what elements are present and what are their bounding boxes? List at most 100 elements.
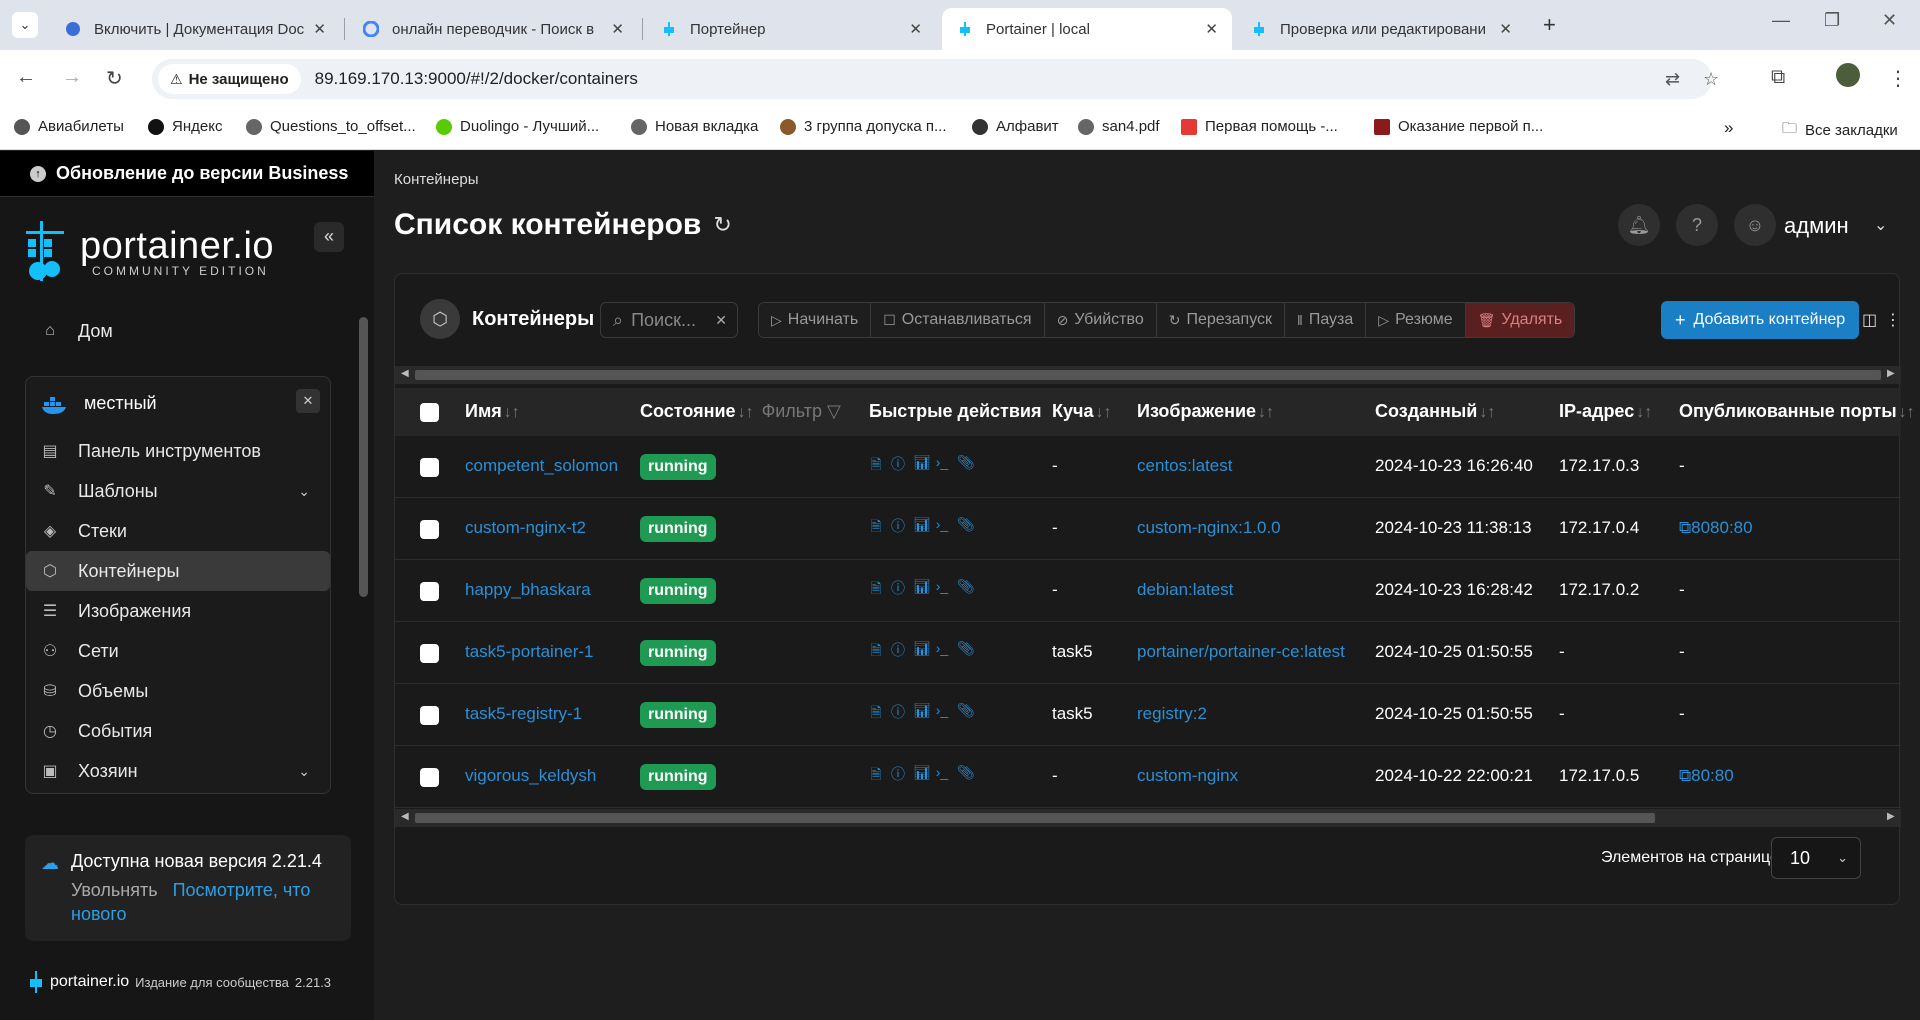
stats-icon[interactable]: 📊︎ — [913, 578, 931, 602]
collapse-sidebar-button[interactable]: « — [314, 222, 344, 252]
col-ports[interactable]: Опубликованные порты ↓↑ — [1679, 401, 1915, 422]
info-icon[interactable]: ⓘ — [891, 702, 905, 726]
columns-icon[interactable]: ◫ — [1862, 310, 1877, 330]
attach-icon[interactable]: 📎︎ — [957, 764, 975, 788]
row-checkbox[interactable] — [420, 706, 439, 725]
col-name[interactable]: Имя ↓↑ — [465, 401, 520, 422]
sidebar-item-host[interactable]: ▣ Хозяин ⌄ — [26, 751, 330, 791]
close-icon[interactable]: ✕ — [1205, 20, 1218, 38]
help-button[interactable]: ? — [1676, 204, 1718, 246]
menu-icon[interactable]: ⋮ — [1888, 66, 1908, 91]
close-environment-button[interactable]: ✕ — [296, 389, 320, 413]
container-name-link[interactable]: vigorous_keldysh — [465, 766, 596, 786]
more-bookmarks-icon[interactable]: » — [1724, 118, 1733, 138]
add-container-button[interactable]: + Добавить контейнер — [1661, 301, 1860, 339]
avatar[interactable]: ☺ — [1734, 204, 1776, 246]
console-icon[interactable]: ›_ — [935, 702, 949, 726]
upgrade-banner[interactable]: ↑ Обновление до версии Business — [0, 151, 374, 197]
search-input[interactable]: ⌕ Поиск... ✕ — [600, 302, 738, 338]
sidebar-item-images[interactable]: ☰ Изображения — [26, 591, 330, 631]
scroll-left-icon[interactable]: ◀ — [401, 811, 409, 822]
username[interactable]: админ — [1784, 213, 1849, 239]
info-icon[interactable]: ⓘ — [891, 454, 905, 478]
start-button[interactable]: ▷ Начинать — [759, 303, 872, 337]
browser-tab[interactable]: Портейнер ✕ — [646, 8, 936, 50]
browser-tab[interactable]: Проверка или редактировани ✕ — [1236, 8, 1526, 50]
more-options-icon[interactable]: ⋮ — [1885, 310, 1901, 330]
col-created[interactable]: Созданный ↓↑ — [1375, 401, 1495, 422]
image-link[interactable]: custom-nginx — [1137, 766, 1238, 786]
portainer-logo[interactable]: portainer.io COMMUNITY EDITION — [24, 221, 274, 281]
container-name-link[interactable]: custom-nginx-t2 — [465, 518, 586, 538]
image-link[interactable]: debian:latest — [1137, 580, 1233, 600]
close-icon[interactable]: ✕ — [313, 20, 326, 38]
attach-icon[interactable]: 📎︎ — [957, 640, 975, 664]
pause-button[interactable]: ‖ Пауза — [1285, 303, 1367, 337]
tab-search-button[interactable]: ⌄ — [12, 12, 38, 38]
bookmark[interactable]: Алфавит — [972, 118, 1059, 135]
reload-icon[interactable]: ↻ — [106, 66, 123, 91]
row-checkbox[interactable] — [420, 582, 439, 601]
col-stack[interactable]: Куча ↓↑ — [1052, 401, 1111, 422]
logs-icon[interactable]: 🗎 — [869, 578, 883, 602]
console-icon[interactable]: ›_ — [935, 640, 949, 664]
info-icon[interactable]: ⓘ — [891, 516, 905, 540]
resume-button[interactable]: ▷ Резюме — [1366, 303, 1466, 337]
image-link[interactable]: centos:latest — [1137, 456, 1232, 476]
breadcrumb[interactable]: Контейнеры — [394, 171, 479, 188]
logs-icon[interactable]: 🗎 — [869, 640, 883, 664]
refresh-icon[interactable]: ↻ — [713, 212, 731, 238]
sidebar-item-templates[interactable]: ✎ Шаблоны ⌄ — [26, 471, 330, 511]
scroll-right-icon[interactable]: ▶ — [1887, 811, 1895, 822]
back-icon[interactable]: ← — [16, 66, 36, 89]
select-all-checkbox[interactable] — [420, 403, 439, 422]
attach-icon[interactable]: 📎︎ — [957, 454, 975, 478]
sidebar-item-networks[interactable]: ⚇ Сети — [26, 631, 330, 671]
per-page-select[interactable]: 10 ⌄ — [1771, 837, 1861, 879]
row-checkbox[interactable] — [420, 644, 439, 663]
browser-tab[interactable]: онлайн переводчик - Поиск в ✕ — [348, 8, 638, 50]
bookmark[interactable]: Первая помощь -... — [1181, 118, 1338, 135]
container-name-link[interactable]: task5-registry-1 — [465, 704, 582, 724]
port-link[interactable]: ⧉80:80 — [1679, 766, 1734, 786]
security-chip[interactable]: ⚠ Не защищено — [158, 64, 301, 94]
sidebar-item-home[interactable]: ⌂ Дом — [26, 311, 330, 351]
filter-button[interactable]: Фильтр ▽ — [762, 401, 841, 421]
container-name-link[interactable]: task5-portainer-1 — [465, 642, 594, 662]
bookmark[interactable]: san4.pdf — [1078, 118, 1160, 135]
container-name-link[interactable]: happy_bhaskara — [465, 580, 591, 600]
attach-icon[interactable]: 📎︎ — [957, 516, 975, 540]
attach-icon[interactable]: 📎︎ — [957, 702, 975, 726]
star-icon[interactable]: ☆ — [1703, 69, 1719, 90]
row-checkbox[interactable] — [420, 458, 439, 477]
remove-button[interactable]: 🗑︎ Удалять — [1465, 303, 1575, 337]
container-name-link[interactable]: competent_solomon — [465, 456, 618, 476]
console-icon[interactable]: ›_ — [935, 516, 949, 540]
bookmark[interactable]: Авиабилеты — [14, 118, 124, 135]
translate-icon[interactable]: ⇄ — [1665, 69, 1680, 90]
bookmark[interactable]: Duolingo - Лучший... — [436, 118, 599, 135]
close-icon[interactable]: ✕ — [1499, 20, 1512, 38]
bookmark[interactable]: Questions_to_offset... — [246, 118, 416, 135]
restore-icon[interactable]: ❐ — [1824, 10, 1840, 31]
chevron-down-icon[interactable]: ⌄ — [1874, 215, 1887, 235]
logs-icon[interactable]: 🗎 — [869, 516, 883, 540]
browser-tab-active[interactable]: Portainer | local ✕ — [942, 8, 1232, 50]
row-checkbox[interactable] — [420, 520, 439, 539]
image-link[interactable]: registry:2 — [1137, 704, 1207, 724]
bookmark[interactable]: Новая вкладка — [631, 118, 758, 135]
dismiss-link[interactable]: Увольнять — [71, 880, 158, 900]
restart-button[interactable]: ↻ Перезапуск — [1156, 303, 1286, 337]
info-icon[interactable]: ⓘ — [891, 640, 905, 664]
clear-search-icon[interactable]: ✕ — [715, 312, 727, 329]
bookmark[interactable]: 3 группа допуска п... — [780, 118, 947, 135]
sidebar-item-containers[interactable]: ⬡ Контейнеры — [26, 551, 330, 591]
bookmark[interactable]: Яндекс — [148, 118, 222, 135]
close-icon[interactable]: ✕ — [611, 20, 624, 38]
stats-icon[interactable]: 📊︎ — [913, 702, 931, 726]
all-bookmarks[interactable]: 🗀 Все закладки — [1782, 118, 1898, 143]
minimize-icon[interactable]: — — [1772, 10, 1790, 31]
console-icon[interactable]: ›_ — [935, 454, 949, 478]
new-tab-button[interactable]: + — [1543, 12, 1556, 38]
image-link[interactable]: portainer/portainer-ce:latest — [1137, 642, 1345, 662]
